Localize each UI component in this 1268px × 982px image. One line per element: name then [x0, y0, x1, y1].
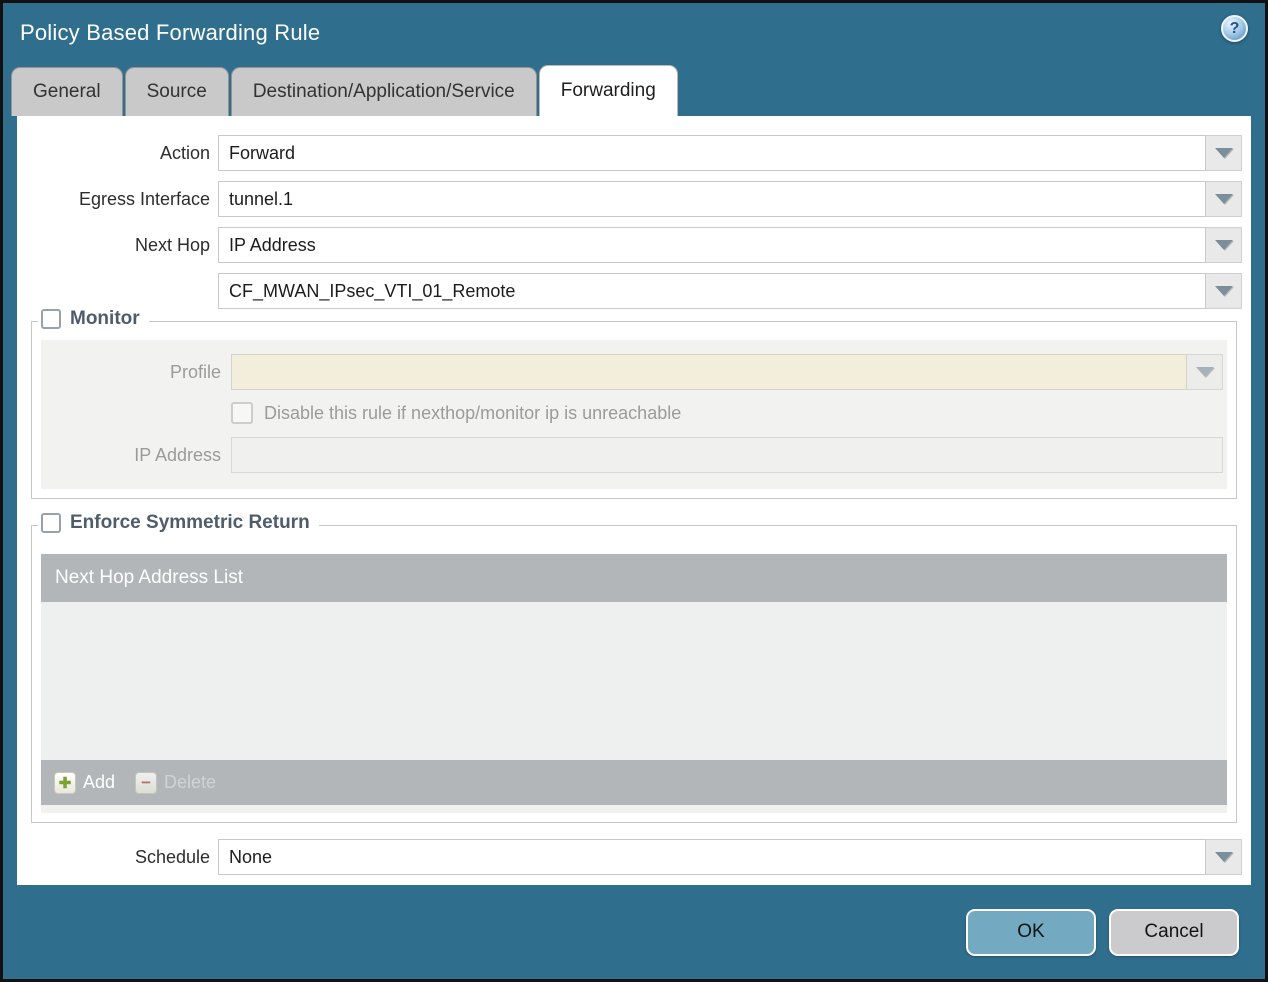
next-hop-row: Next Hop IP Address	[17, 227, 1251, 263]
next-hop-label: Next Hop	[134, 234, 210, 255]
profile-row: Profile	[41, 354, 1227, 390]
tab-destination-application-service[interactable]: Destination/Application/Service	[230, 67, 537, 116]
egress-interface-value[interactable]: tunnel.1	[218, 181, 1206, 217]
add-button[interactable]: ✚ Add	[54, 771, 116, 794]
delete-icon: −	[135, 771, 158, 794]
dialog-footer: OK Cancel	[3, 885, 1265, 979]
monitor-group: Monitor Profile Disable this rule if nex…	[31, 308, 1237, 499]
disable-rule-checkbox[interactable]	[231, 402, 253, 424]
enforce-symmetric-return-checkbox[interactable]	[41, 513, 61, 533]
page-title: Policy Based Forwarding Rule	[20, 20, 321, 45]
next-hop-address-list-panel: Next Hop Address List ✚ Add − Delete	[41, 554, 1227, 813]
help-icon[interactable]: ?	[1221, 15, 1248, 42]
schedule-row: Schedule None	[17, 839, 1251, 875]
enforce-symmetric-return-legend-label: Enforce Symmetric Return	[70, 512, 310, 533]
enforce-symmetric-return-group: Enforce Symmetric Return Next Hop Addres…	[31, 512, 1237, 823]
dialog-titlebar: Policy Based Forwarding Rule ?	[3, 3, 1265, 66]
policy-based-forwarding-dialog: Policy Based Forwarding Rule ? General S…	[0, 0, 1268, 982]
next-hop-address-list-toolbar: ✚ Add − Delete	[41, 760, 1227, 805]
next-hop-address-row: CF_MWAN_IPsec_VTI_01_Remote	[17, 273, 1251, 309]
monitor-panel: Profile Disable this rule if nexthop/mon…	[41, 340, 1227, 489]
egress-interface-select[interactable]: tunnel.1	[218, 181, 1242, 217]
monitor-legend: Monitor	[38, 308, 149, 330]
egress-interface-row: Egress Interface tunnel.1	[17, 181, 1251, 217]
monitor-ip-address-label: IP Address	[134, 444, 221, 465]
next-hop-address-list-body[interactable]	[41, 602, 1227, 760]
monitor-checkbox[interactable]	[41, 309, 61, 329]
chevron-down-icon	[1195, 367, 1214, 377]
tab-bar: General Source Destination/Application/S…	[3, 65, 1265, 116]
next-hop-address-list-header: Next Hop Address List	[41, 554, 1227, 602]
tab-general[interactable]: General	[11, 67, 123, 116]
next-hop-address-dropdown-button[interactable]	[1206, 273, 1242, 309]
monitor-ip-address-input[interactable]	[231, 437, 1223, 473]
add-icon: ✚	[54, 771, 76, 794]
monitor-legend-label: Monitor	[70, 308, 140, 329]
schedule-select[interactable]: None	[218, 839, 1242, 875]
next-hop-address-select[interactable]: CF_MWAN_IPsec_VTI_01_Remote	[218, 273, 1242, 309]
action-label: Action	[159, 142, 210, 163]
profile-label: Profile	[169, 361, 221, 382]
chevron-down-icon	[1214, 286, 1233, 296]
chevron-down-icon	[1214, 852, 1233, 862]
action-value[interactable]: Forward	[218, 135, 1206, 171]
disable-rule-label: Disable this rule if nexthop/monitor ip …	[264, 402, 682, 423]
profile-dropdown-button[interactable]	[1187, 354, 1223, 390]
egress-interface-dropdown-button[interactable]	[1206, 181, 1242, 217]
add-button-label: Add	[83, 772, 116, 792]
ok-button[interactable]: OK	[966, 908, 1096, 956]
next-hop-type-value[interactable]: IP Address	[218, 227, 1206, 263]
chevron-down-icon	[1214, 148, 1233, 158]
next-hop-address-value[interactable]: CF_MWAN_IPsec_VTI_01_Remote	[218, 273, 1206, 309]
tab-forwarding[interactable]: Forwarding	[538, 65, 678, 116]
profile-select[interactable]	[231, 354, 1223, 390]
cancel-button[interactable]: Cancel	[1109, 908, 1239, 956]
chevron-down-icon	[1214, 240, 1233, 250]
action-select[interactable]: Forward	[218, 135, 1242, 171]
tab-source[interactable]: Source	[124, 67, 229, 116]
profile-value[interactable]	[231, 354, 1187, 390]
action-dropdown-button[interactable]	[1206, 135, 1242, 171]
next-hop-type-select[interactable]: IP Address	[218, 227, 1242, 263]
action-row: Action Forward	[17, 135, 1251, 171]
chevron-down-icon	[1214, 194, 1233, 204]
forwarding-tab-panel: Action Forward Egress Interface tunnel.1…	[17, 116, 1251, 885]
schedule-label: Schedule	[134, 846, 210, 867]
monitor-ip-address-row: IP Address	[41, 437, 1227, 473]
egress-interface-label: Egress Interface	[78, 188, 210, 209]
disable-rule-row: Disable this rule if nexthop/monitor ip …	[231, 402, 1223, 424]
delete-button[interactable]: − Delete	[135, 771, 217, 794]
next-hop-type-dropdown-button[interactable]	[1206, 227, 1242, 263]
enforce-symmetric-return-legend: Enforce Symmetric Return	[38, 512, 319, 534]
schedule-dropdown-button[interactable]	[1206, 839, 1242, 875]
delete-button-label: Delete	[164, 772, 217, 792]
schedule-value[interactable]: None	[218, 839, 1206, 875]
